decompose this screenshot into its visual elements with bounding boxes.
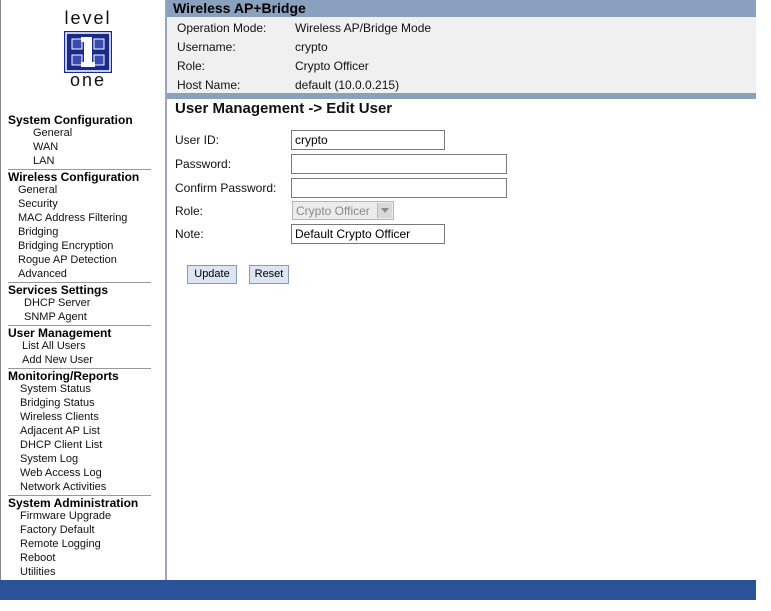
sidebar-item-adjacent-ap-list[interactable]: Adjacent AP List [20, 425, 100, 437]
sidebar-item-wireless-clients[interactable]: Wireless Clients [20, 411, 99, 423]
role-select-value: Crypto Officer [296, 204, 370, 218]
chevron-down-icon[interactable] [377, 203, 392, 218]
confirm-password-input[interactable] [291, 178, 507, 198]
sidebar-item-reboot[interactable]: Reboot [20, 552, 55, 564]
logo-mark-icon [64, 31, 112, 73]
section-divider-bar [167, 93, 756, 99]
sidebar-item-web-access-log[interactable]: Web Access Log [20, 467, 102, 479]
user-id-input[interactable] [291, 130, 445, 150]
note-input[interactable] [291, 224, 445, 244]
sidebar-item-add-new-user[interactable]: Add New User [22, 354, 93, 366]
sidebar-item-dhcp-server[interactable]: DHCP Server [24, 297, 90, 309]
sidebar-item-system-status[interactable]: System Status [20, 383, 91, 395]
info-label-username: Username: [177, 40, 236, 54]
sidebar-item-list-all-users[interactable]: List All Users [22, 340, 86, 352]
role-select[interactable]: Crypto Officer [292, 201, 394, 220]
sidebar-item-utilities[interactable]: Utilities [20, 566, 55, 578]
password-label: Password: [175, 157, 232, 171]
info-value-username: crypto [295, 40, 328, 54]
footer-bar [0, 580, 756, 600]
sidebar-item-dhcp-client-list[interactable]: DHCP Client List [20, 439, 102, 451]
sidebar-item-bridging-encryption[interactable]: Bridging Encryption [18, 240, 113, 252]
levelone-logo: level one [59, 8, 117, 90]
info-label-operation-mode: Operation Mode: [177, 21, 267, 35]
info-label-role: Role: [177, 59, 206, 73]
page-title: User Management -> Edit User [175, 100, 393, 117]
sidebar-item-network-activities[interactable]: Network Activities [20, 481, 106, 493]
role-label: Role: [175, 204, 204, 218]
info-value-host-name: default (10.0.0.215) [295, 78, 400, 92]
password-input[interactable] [291, 154, 507, 174]
sidebar-item-system-log[interactable]: System Log [20, 453, 78, 465]
info-value-role: Crypto Officer [295, 59, 369, 73]
note-label: Note: [175, 227, 204, 241]
sidebar-item-factory-default[interactable]: Factory Default [20, 524, 95, 536]
info-value-operation-mode: Wireless AP/Bridge Mode [295, 21, 432, 35]
sidebar-section-user-management: User Management [8, 326, 112, 340]
sidebar-section-wireless-configuration: Wireless Configuration [8, 170, 140, 184]
sidebar-section-system-configuration: System Configuration [8, 113, 133, 127]
sidebar-item-rogue-ap-detection[interactable]: Rogue AP Detection [18, 254, 117, 266]
header-bar: Wireless AP+Bridge [167, 0, 756, 17]
sidebar-item-bridging[interactable]: Bridging [18, 226, 58, 238]
sidebar-item-firmware-upgrade[interactable]: Firmware Upgrade [20, 510, 111, 522]
app-title: Wireless AP+Bridge [173, 0, 306, 16]
sidebar-item-lan[interactable]: LAN [33, 155, 54, 167]
logo-top-text: level [64, 8, 112, 28]
sidebar-section-services-settings: Services Settings [8, 283, 109, 297]
update-button[interactable]: Update [187, 265, 237, 284]
sidebar-item-bridging-status[interactable]: Bridging Status [20, 397, 95, 409]
sidebar-item-general[interactable]: General [33, 127, 72, 139]
sidebar-section-monitoring-reports: Monitoring/Reports [8, 369, 119, 383]
sidebar-item-wan[interactable]: WAN [33, 141, 58, 153]
sidebar-item-security[interactable]: Security [18, 198, 58, 210]
logo-bottom-text: one [69, 70, 107, 90]
sidebar-item-advanced[interactable]: Advanced [18, 268, 67, 280]
user-id-label: User ID: [175, 133, 220, 147]
sidebar-section-system-administration: System Administration [8, 496, 139, 510]
info-label-host-name: Host Name: [177, 78, 241, 92]
sidebar-item-general[interactable]: General [18, 184, 57, 196]
reset-button[interactable]: Reset [249, 265, 289, 284]
status-info-panel: Operation Mode: Wireless AP/Bridge Mode … [167, 17, 756, 93]
confirm-password-label: Confirm Password: [175, 181, 277, 195]
sidebar-item-remote-logging[interactable]: Remote Logging [20, 538, 101, 550]
sidebar-item-snmp-agent[interactable]: SNMP Agent [24, 311, 87, 323]
sidebar-item-mac-address-filtering[interactable]: MAC Address Filtering [18, 212, 127, 224]
